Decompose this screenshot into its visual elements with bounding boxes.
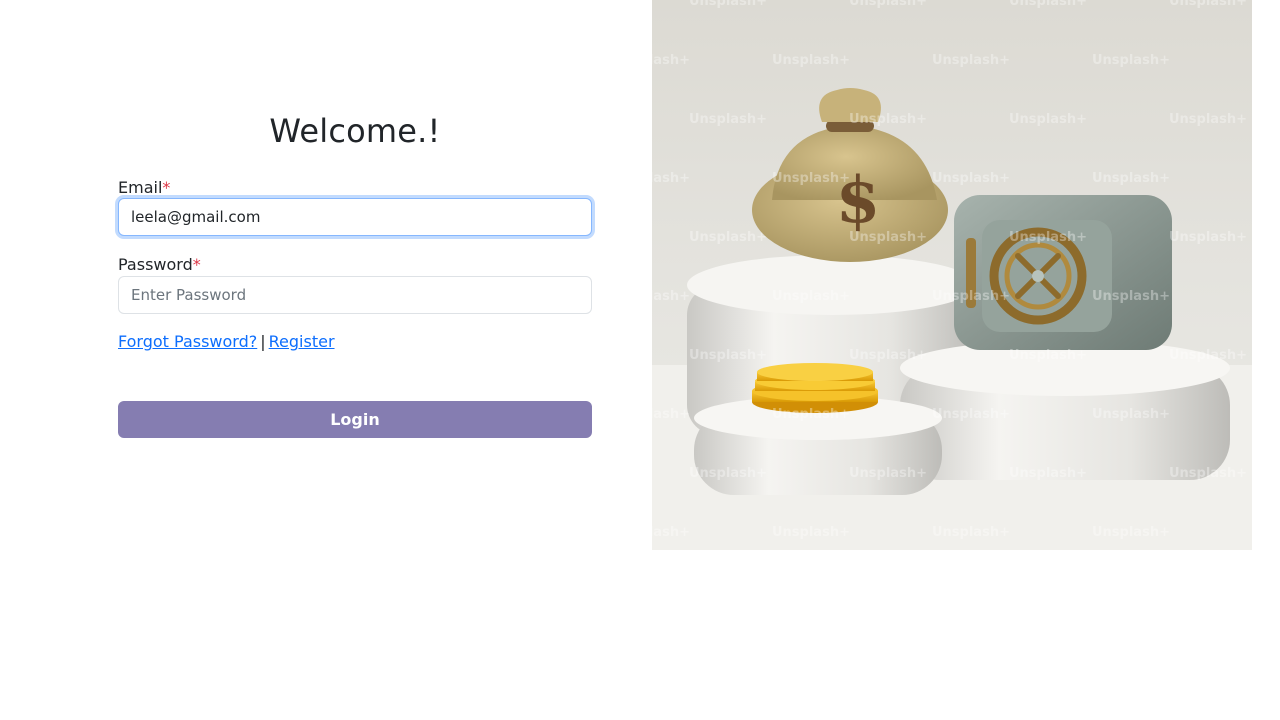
login-form: Welcome.! Email* Password* Forgot Passwo… [118,0,592,720]
safe-icon [954,195,1172,350]
password-label-text: Password [118,255,193,274]
email-label-text: Email [118,178,163,197]
money-bag-icon: $ [752,88,948,262]
required-marker: * [162,178,171,197]
page-title: Welcome.! [269,112,441,150]
svg-text:$: $ [836,163,881,238]
email-label: Email* [118,178,170,197]
password-field[interactable] [118,276,592,314]
login-button[interactable]: Login [118,401,592,438]
coin-stack-icon [752,363,878,413]
password-label: Password* [118,255,201,274]
register-link[interactable]: Register [269,332,335,351]
required-marker: * [192,255,201,274]
link-separator: | [260,332,266,351]
podium-right-icon [900,340,1230,480]
email-field[interactable] [118,198,592,236]
hero-illustration: $ [652,88,1252,550]
auth-links: Forgot Password? | Register [118,332,335,351]
hero-image: $ Unsplash+Unsplash+Unsplash+Unsplash+Un… [652,0,1252,550]
forgot-password-link[interactable]: Forgot Password? [118,332,257,351]
